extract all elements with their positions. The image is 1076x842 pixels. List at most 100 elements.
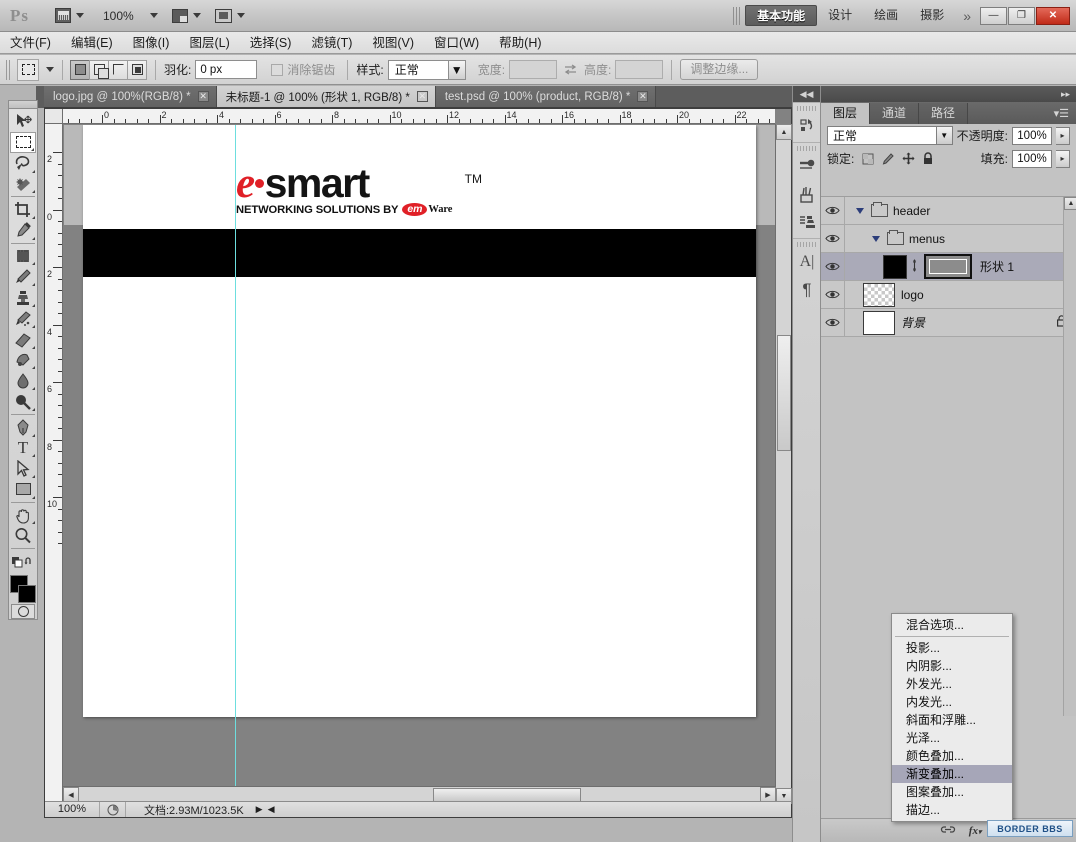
close-button[interactable]: ✕ — [1036, 6, 1070, 25]
opacity-stepper[interactable]: ▸ — [1056, 126, 1070, 145]
brush-tool[interactable] — [10, 266, 36, 287]
menu-item-inner-glow[interactable]: 内发光... — [892, 693, 1012, 711]
add-to-selection-button[interactable] — [89, 59, 109, 80]
history-icon[interactable] — [793, 112, 821, 140]
tab-test-psd[interactable]: test.psd @ 100% (product, RGB/8) * ✕ — [435, 86, 657, 107]
height-input[interactable] — [615, 60, 664, 79]
panel-menu-icon[interactable]: ▾☰ — [1054, 107, 1069, 120]
layer-row-header[interactable]: header — [821, 197, 1076, 225]
fill-input[interactable]: 100% — [1012, 149, 1052, 168]
layer-thumbnail[interactable] — [883, 254, 907, 279]
path-selection-tool[interactable] — [10, 458, 36, 479]
vertical-guide[interactable] — [235, 125, 236, 804]
menu-item-bevel-emboss[interactable]: 斜面和浮雕... — [892, 711, 1012, 729]
vector-mask-thumbnail[interactable] — [924, 254, 972, 279]
fill-stepper[interactable]: ▸ — [1056, 149, 1070, 168]
black-menu-bar-shape[interactable] — [83, 229, 756, 277]
layer-thumbnail[interactable] — [863, 282, 895, 307]
vertical-scrollbar[interactable]: ▲ ▼ — [775, 124, 792, 804]
bridge-button[interactable] — [52, 5, 87, 27]
dock-grip[interactable] — [797, 146, 816, 151]
status-zoom-value[interactable]: 100% — [45, 802, 100, 817]
ruler-corner[interactable] — [45, 109, 63, 124]
dodge-tool[interactable] — [10, 391, 36, 412]
lock-all-icon[interactable] — [921, 152, 935, 166]
tab-untitled-1[interactable]: 未标题-1 @ 100% (形状 1, RGB/8) * ✕ — [216, 86, 436, 107]
menu-edit[interactable]: 编辑(E) — [61, 33, 123, 53]
magic-wand-tool[interactable] — [10, 174, 36, 195]
status-expand-icon[interactable]: ▶ — [256, 804, 263, 815]
dock-collapse-button[interactable]: ◀◀ — [793, 86, 820, 102]
link-mask-icon[interactable] — [909, 258, 920, 275]
layer-thumbnail[interactable] — [863, 310, 895, 335]
menu-item-blending-options[interactable]: 混合选项... — [892, 616, 1012, 634]
layer-row-menus[interactable]: menus — [821, 225, 1076, 253]
opacity-input[interactable]: 100% — [1012, 126, 1052, 145]
paragraph-icon[interactable]: ¶ — [793, 276, 821, 304]
workspace-painting[interactable]: 绘画 — [863, 5, 909, 26]
pen-tool[interactable] — [10, 417, 36, 438]
color-swatches[interactable] — [9, 574, 37, 603]
menu-layer[interactable]: 图层(L) — [179, 33, 239, 53]
healing-brush-tool[interactable] — [10, 246, 36, 267]
visibility-toggle[interactable] — [821, 225, 845, 252]
rectangle-shape-tool[interactable] — [10, 479, 36, 500]
eyedropper-tool[interactable] — [10, 220, 36, 241]
lock-position-icon[interactable] — [901, 152, 915, 166]
zoom-tool[interactable] — [10, 525, 36, 546]
menu-image[interactable]: 图像(I) — [123, 33, 180, 53]
rectangular-marquee-tool[interactable] — [10, 131, 36, 153]
tab-logo-jpg[interactable]: logo.jpg @ 100%(RGB/8) * ✕ — [44, 86, 217, 107]
visibility-toggle[interactable] — [821, 309, 845, 336]
menu-view[interactable]: 视图(V) — [362, 33, 424, 53]
lasso-tool[interactable] — [10, 153, 36, 174]
quick-mask-button[interactable] — [11, 603, 35, 620]
layer-row-shape-1[interactable]: 形状 1 — [821, 253, 1076, 281]
menu-item-outer-glow[interactable]: 外发光... — [892, 675, 1012, 693]
canvas-page[interactable]: e smart TM NETWORKING SOLUTIONS BY em Ware — [83, 125, 756, 717]
close-icon[interactable]: ✕ — [416, 91, 428, 102]
horizontal-scrollbar[interactable]: ◀ ▶ — [63, 786, 776, 803]
menu-item-stroke[interactable]: 描边... — [892, 801, 1012, 819]
panel-expand-icon[interactable]: ▸▸ — [1061, 89, 1070, 100]
dock-grip[interactable] — [797, 242, 816, 247]
swap-dimensions-icon[interactable] — [563, 63, 578, 76]
close-icon[interactable]: ✕ — [197, 91, 209, 102]
intersect-selection-button[interactable] — [127, 59, 147, 80]
new-selection-button[interactable] — [70, 59, 90, 80]
menu-item-satin[interactable]: 光泽... — [892, 729, 1012, 747]
visibility-toggle[interactable] — [821, 197, 845, 224]
horizontal-type-tool[interactable]: T — [10, 438, 36, 459]
tab-layers[interactable]: 图层 — [821, 103, 871, 124]
menu-item-drop-shadow[interactable]: 投影... — [892, 639, 1012, 657]
layer-row-logo[interactable]: logo — [821, 281, 1076, 309]
eraser-tool[interactable] — [10, 329, 36, 350]
menu-filter[interactable]: 滤镜(T) — [301, 33, 362, 53]
tab-channels[interactable]: 通道 — [870, 103, 920, 124]
subtract-from-selection-button[interactable] — [108, 59, 128, 80]
clone-stamp-tool[interactable] — [10, 287, 36, 308]
background-color-swatch[interactable] — [18, 584, 36, 603]
layer-style-button[interactable]: fx▾ — [969, 825, 982, 837]
workspace-grip[interactable] — [733, 6, 742, 25]
hand-tool[interactable] — [10, 505, 36, 526]
canvas-area[interactable]: e smart TM NETWORKING SOLUTIONS BY em Ware — [64, 125, 775, 804]
antialias-checkbox[interactable] — [271, 63, 284, 76]
default-colors-and-swap[interactable] — [10, 551, 36, 572]
toolbox-handle[interactable] — [8, 100, 38, 108]
refine-edge-button[interactable]: 调整边缘... — [680, 59, 759, 80]
menu-item-pattern-overlay[interactable]: 图案叠加... — [892, 783, 1012, 801]
tab-paths[interactable]: 路径 — [919, 103, 969, 124]
menu-file[interactable]: 文件(F) — [0, 33, 61, 53]
crop-tool[interactable] — [10, 199, 36, 220]
minimize-button[interactable]: — — [980, 6, 1007, 25]
group-disclosure-icon[interactable] — [856, 207, 864, 214]
workspace-essentials[interactable]: 基本功能 — [745, 5, 818, 26]
blur-tool[interactable] — [10, 370, 36, 391]
width-input[interactable] — [509, 60, 558, 79]
layer-row-background[interactable]: 背景 — [821, 309, 1076, 337]
adjustments-icon[interactable] — [793, 152, 821, 180]
maximize-button[interactable]: ❐ — [1008, 6, 1035, 25]
menu-item-inner-shadow[interactable]: 内阴影... — [892, 657, 1012, 675]
style-select[interactable]: 正常 ▼ — [387, 59, 466, 80]
